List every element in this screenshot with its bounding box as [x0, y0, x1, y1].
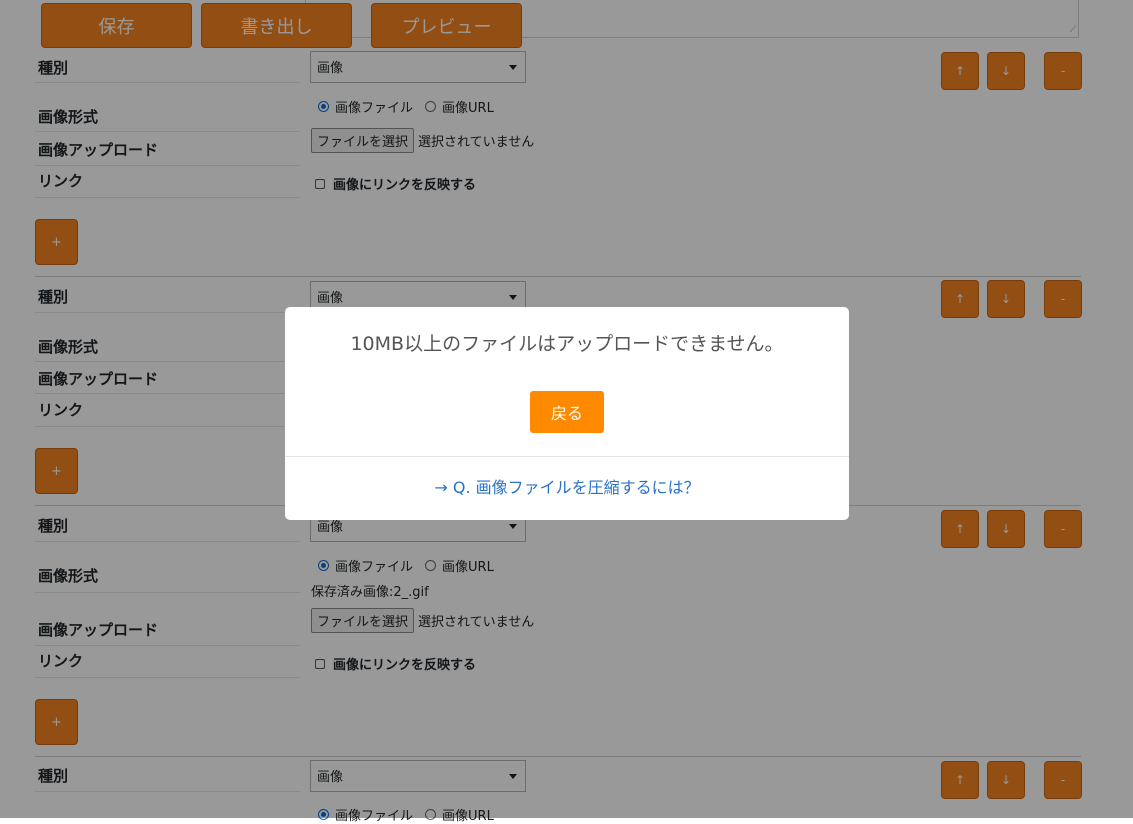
dialog-divider — [285, 456, 849, 457]
dialog-message: 10MB以上のファイルはアップロードできません。 — [350, 333, 784, 355]
upload-error-dialog: 10MB以上のファイルはアップロードできません。 戻る → Q. 画像ファイルを… — [285, 307, 849, 520]
back-button[interactable]: 戻る — [530, 391, 604, 433]
compress-help-link[interactable]: → Q. 画像ファイルを圧縮するには？ — [285, 474, 849, 498]
